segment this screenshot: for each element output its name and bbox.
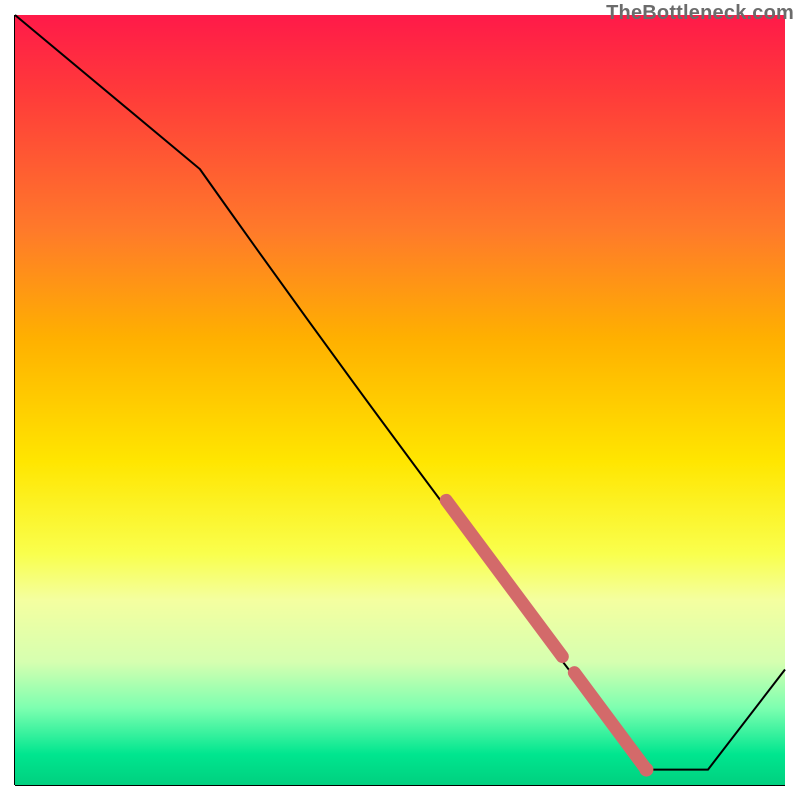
chart-container: TheBottleneck.com: [0, 0, 800, 800]
chart-svg: [15, 15, 785, 785]
x-axis-line: [15, 785, 785, 786]
highlight-segment: [446, 500, 646, 769]
bottleneck-curve-line: [15, 15, 785, 770]
highlight-end-dot: [639, 763, 653, 777]
watermark-text: TheBottleneck.com: [606, 2, 794, 25]
